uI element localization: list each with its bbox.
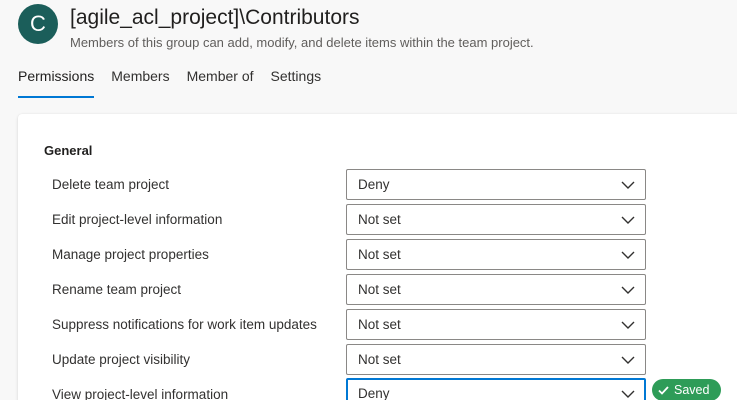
- dropdown-value: Not set: [358, 282, 401, 297]
- permission-row: Manage project properties Not set: [18, 239, 737, 271]
- dropdown-value: Not set: [358, 212, 401, 227]
- page-title: [agile_acl_project]\Contributors: [70, 6, 360, 29]
- permission-label: Manage project properties: [52, 247, 209, 262]
- permission-dropdown[interactable]: Deny: [346, 378, 646, 400]
- saved-label: Saved: [674, 383, 710, 397]
- tab-members[interactable]: Members: [111, 66, 169, 98]
- dropdown-value: Not set: [358, 352, 401, 367]
- permission-label: Rename team project: [52, 282, 182, 297]
- tab-permissions[interactable]: Permissions: [18, 66, 95, 98]
- permission-dropdown[interactable]: Not set: [346, 239, 646, 270]
- chevron-down-icon: [621, 356, 635, 364]
- checkmark-icon: [658, 385, 669, 395]
- chevron-down-icon: [621, 216, 635, 224]
- permission-row: Rename team project Not set: [18, 274, 737, 306]
- group-avatar: C: [18, 4, 58, 44]
- dropdown-value: Not set: [358, 317, 401, 332]
- permission-label: Update project visibility: [52, 352, 191, 367]
- avatar-letter: C: [30, 11, 46, 36]
- permission-row: Delete team project Deny: [18, 169, 737, 201]
- permission-label: Edit project-level information: [52, 212, 223, 227]
- chevron-down-icon: [621, 181, 635, 189]
- permission-dropdown[interactable]: Not set: [346, 309, 646, 340]
- tab-bar: Permissions Members Member of Settings: [18, 66, 338, 98]
- permission-label: View project-level information: [52, 387, 229, 400]
- permission-dropdown[interactable]: Not set: [346, 204, 646, 235]
- chevron-down-icon: [621, 321, 635, 329]
- tab-settings[interactable]: Settings: [271, 66, 322, 98]
- permission-row: View project-level information Deny: [18, 378, 737, 400]
- dropdown-value: Deny: [358, 177, 390, 192]
- tab-member-of[interactable]: Member of: [187, 66, 254, 98]
- chevron-down-icon: [621, 251, 635, 259]
- permission-row: Suppress notifications for work item upd…: [18, 309, 737, 341]
- chevron-down-icon: [621, 286, 635, 294]
- dropdown-value: Not set: [358, 247, 401, 262]
- saved-status-badge: Saved: [652, 379, 722, 400]
- permission-row: Edit project-level information Not set: [18, 204, 737, 236]
- page-header: C [agile_acl_project]\Contributors Membe…: [0, 0, 737, 115]
- permission-dropdown[interactable]: Deny: [346, 169, 646, 200]
- permission-dropdown[interactable]: Not set: [346, 274, 646, 305]
- page-subtitle: Members of this group can add, modify, a…: [70, 35, 534, 50]
- permission-label: Suppress notifications for work item upd…: [52, 317, 317, 332]
- permission-label: Delete team project: [52, 177, 170, 192]
- permissions-panel: General Delete team project Deny Edit pr…: [18, 114, 737, 400]
- chevron-down-icon: [621, 390, 635, 398]
- permission-row: Update project visibility Not set: [18, 344, 737, 376]
- permission-dropdown[interactable]: Not set: [346, 344, 646, 375]
- dropdown-value: Deny: [358, 386, 390, 400]
- section-title-general: General: [44, 143, 93, 158]
